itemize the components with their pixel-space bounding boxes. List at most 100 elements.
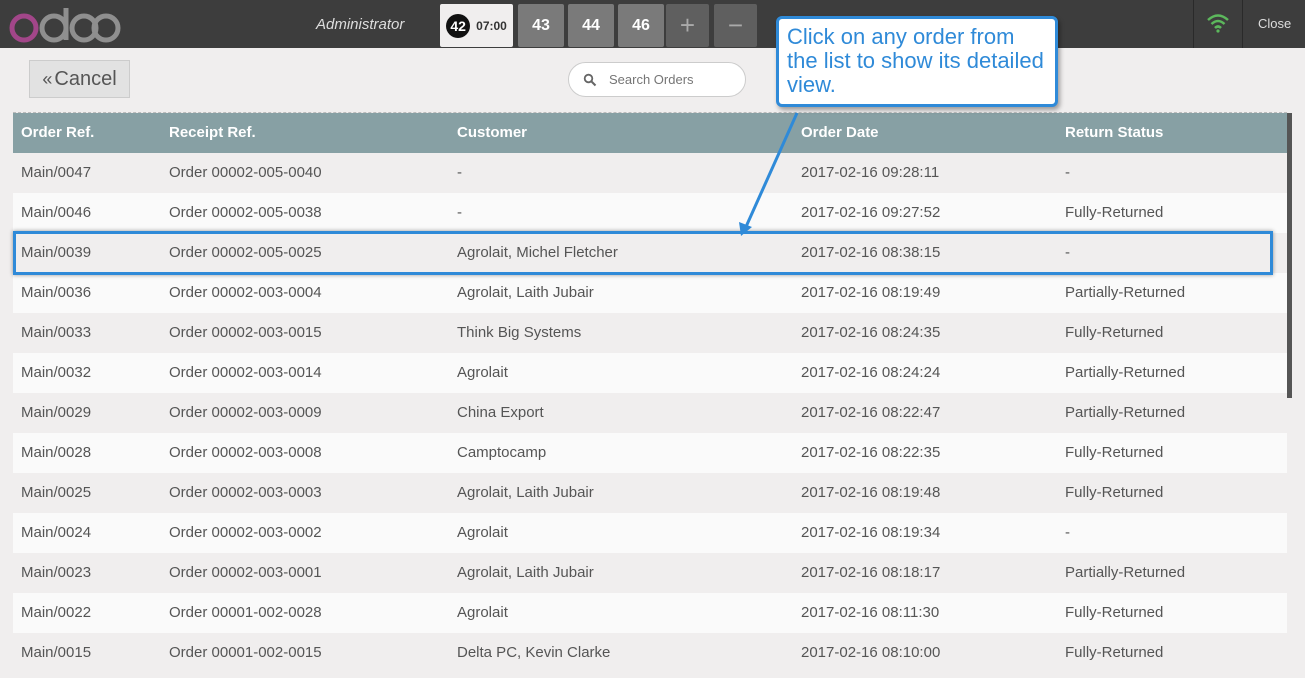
cancel-label: Cancel xyxy=(54,67,117,90)
cell-order-ref: Main/0033 xyxy=(21,324,92,341)
cell-order-ref: Main/0022 xyxy=(21,604,92,621)
column-header: Receipt Ref. xyxy=(169,124,256,141)
table-row[interactable]: Main/0025 Order 00002-003-0003 Agrolait, L… xyxy=(13,473,1287,513)
divider xyxy=(1193,0,1194,48)
table-body: Main/0047 Order 00002-005-0040 - 2017-02-16… xyxy=(13,153,1287,673)
cell-return-status: - xyxy=(1065,524,1070,541)
cell-receipt-ref: Order 00002-005-0038 xyxy=(169,204,322,221)
remove-order-button[interactable]: − xyxy=(714,4,757,47)
cell-order-date: 2017-02-16 08:22:47 xyxy=(801,404,941,421)
top-bar: Administrator 42 07:00 43 44 46 + − Clos… xyxy=(0,0,1305,48)
cell-receipt-ref: Order 00002-003-0004 xyxy=(169,284,322,301)
cell-order-ref: Main/0024 xyxy=(21,524,92,541)
table-row[interactable]: Main/0023 Order 00002-003-0001 Agrolait, L… xyxy=(13,553,1287,593)
cell-customer: Agrolait, Laith Jubair xyxy=(457,484,594,501)
cell-return-status: - xyxy=(1065,164,1070,181)
cell-return-status: Partially-Returned xyxy=(1065,284,1186,301)
cell-order-date: 2017-02-16 08:19:34 xyxy=(801,524,941,541)
cell-order-date: 2017-02-16 08:11:30 xyxy=(801,604,940,621)
table-row[interactable]: Main/0024 Order 00002-003-0002 Agrolait 201… xyxy=(13,513,1287,553)
cell-receipt-ref: Order 00001-002-0028 xyxy=(169,604,322,621)
cell-order-ref: Main/0025 xyxy=(21,484,92,501)
table-header: Order Ref. Receipt Ref. Customer Order D… xyxy=(13,113,1287,153)
cell-customer: - xyxy=(457,204,462,221)
cell-return-status: Fully-Returned xyxy=(1065,204,1164,221)
cell-receipt-ref: Order 00002-005-0040 xyxy=(169,164,322,181)
table-row[interactable]: Main/0047 Order 00002-005-0040 - 2017-02-16… xyxy=(13,153,1287,193)
cell-receipt-ref: Order 00002-003-0003 xyxy=(169,484,322,501)
odoo-logo xyxy=(9,8,121,43)
user-name: Administrator xyxy=(316,16,405,33)
search-icon xyxy=(583,73,597,86)
table-row[interactable]: Main/0022 Order 00001-002-0028 Agrolait 201… xyxy=(13,593,1287,633)
column-header: Return Status xyxy=(1065,124,1164,141)
cancel-button[interactable]: « Cancel xyxy=(29,60,130,98)
table-row[interactable]: Main/0028 Order 00002-003-0008 Camptocamp 2… xyxy=(13,433,1287,473)
table-row[interactable]: Main/0046 Order 00002-005-0038 - 2017-02-16… xyxy=(13,193,1287,233)
cell-customer: Agrolait, Michel Fletcher xyxy=(457,244,618,261)
orders-table: Order Ref. Receipt Ref. Customer Order D… xyxy=(13,113,1287,673)
plus-icon: + xyxy=(679,10,696,40)
cell-return-status: Fully-Returned xyxy=(1065,644,1164,661)
cell-order-ref: Main/0047 xyxy=(21,164,92,181)
cell-order-ref: Main/0015 xyxy=(21,644,92,661)
cell-order-date: 2017-02-16 08:22:35 xyxy=(801,444,941,461)
cell-order-date: 2017-02-16 08:18:17 xyxy=(801,564,941,581)
order-tab[interactable]: 44 xyxy=(568,4,614,47)
cell-customer: Agrolait xyxy=(457,524,508,541)
order-number-badge: 42 xyxy=(446,13,471,38)
search-input[interactable] xyxy=(607,71,741,88)
cell-order-ref: Main/0023 xyxy=(21,564,92,581)
table-row[interactable]: Main/0032 Order 00002-003-0014 Agrolait 201… xyxy=(13,353,1287,393)
cell-customer: - xyxy=(457,164,462,181)
wifi-icon xyxy=(1207,14,1229,33)
cell-order-date: 2017-02-16 08:24:35 xyxy=(801,324,941,341)
cell-receipt-ref: Order 00002-005-0025 xyxy=(169,244,322,261)
column-header: Order Ref. xyxy=(21,124,95,141)
cell-return-status: Fully-Returned xyxy=(1065,324,1164,341)
table-row[interactable]: Main/0015 Order 00001-002-0015 Delta PC, K… xyxy=(13,633,1287,673)
search-box[interactable] xyxy=(568,62,746,97)
minus-icon: − xyxy=(727,10,744,40)
cell-customer: Agrolait, Laith Jubair xyxy=(457,284,594,301)
add-order-button[interactable]: + xyxy=(666,4,709,47)
cell-customer: Camptocamp xyxy=(457,444,547,461)
cell-receipt-ref: Order 00002-003-0002 xyxy=(169,524,322,541)
cell-return-status: Fully-Returned xyxy=(1065,484,1164,501)
cell-return-status: Partially-Returned xyxy=(1065,564,1186,581)
cell-customer: Think Big Systems xyxy=(457,324,582,341)
cell-order-ref: Main/0032 xyxy=(21,364,92,381)
close-button[interactable]: Close xyxy=(1258,16,1291,31)
table-row[interactable]: Main/0039 Order 00002-005-0025 Agrolait, M… xyxy=(13,233,1287,273)
order-time: 07:00 xyxy=(476,18,507,33)
order-tab[interactable]: 43 xyxy=(518,4,564,47)
cell-receipt-ref: Order 00002-003-0014 xyxy=(169,364,322,381)
callout-text: Click on any order from the list to show… xyxy=(787,24,1044,97)
cell-return-status: Partially-Returned xyxy=(1065,404,1186,421)
column-header: Customer xyxy=(457,124,528,141)
cell-order-ref: Main/0039 xyxy=(21,244,92,261)
cell-receipt-ref: Order 00002-003-0015 xyxy=(169,324,322,341)
cell-order-ref: Main/0028 xyxy=(21,444,92,461)
cell-customer: Agrolait xyxy=(457,364,508,381)
scrollbar[interactable] xyxy=(1287,113,1292,398)
order-tab-active[interactable]: 42 07:00 xyxy=(440,4,513,47)
callout-tooltip: Click on any order from the list to show… xyxy=(776,16,1058,107)
cell-receipt-ref: Order 00002-003-0001 xyxy=(169,564,322,581)
cell-return-status: Fully-Returned xyxy=(1065,604,1164,621)
table-row[interactable]: Main/0029 Order 00002-003-0009 China Expor… xyxy=(13,393,1287,433)
cell-order-date: 2017-02-16 08:10:00 xyxy=(801,644,941,661)
table-row[interactable]: Main/0033 Order 00002-003-0015 Think Big S… xyxy=(13,313,1287,353)
cell-order-date: 2017-02-16 08:19:48 xyxy=(801,484,941,501)
cell-order-date: 2017-02-16 09:28:11 xyxy=(801,164,940,181)
cell-customer: Agrolait, Laith Jubair xyxy=(457,564,594,581)
cell-customer: Delta PC, Kevin Clarke xyxy=(457,644,611,661)
double-chevron-left-icon: « xyxy=(42,68,53,89)
cell-order-date: 2017-02-16 08:38:15 xyxy=(801,244,941,261)
order-tab[interactable]: 46 xyxy=(618,4,664,47)
cell-order-ref: Main/0046 xyxy=(21,204,92,221)
column-header: Order Date xyxy=(801,124,879,141)
cell-order-date: 2017-02-16 08:19:49 xyxy=(801,284,941,301)
cell-return-status: Partially-Returned xyxy=(1065,364,1186,381)
table-row[interactable]: Main/0036 Order 00002-003-0004 Agrolait, L… xyxy=(13,273,1287,313)
